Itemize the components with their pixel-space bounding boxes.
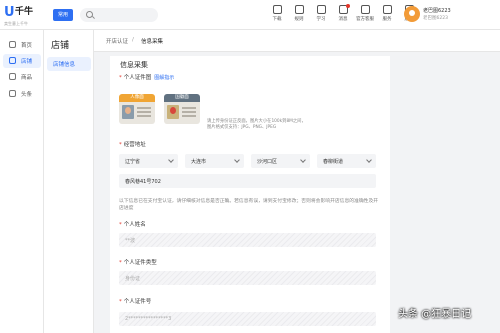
name-placeholder: **波 — [125, 238, 136, 244]
product-icon — [9, 73, 16, 80]
watermark: 头条 @狂暴日记 — [398, 309, 472, 320]
store-subnav: 店铺 店铺信息 — [44, 30, 94, 333]
card-caption: 人像面 — [119, 94, 155, 102]
nav-learning[interactable]: 学习 — [312, 4, 330, 26]
id-number-placeholder: 2****************3 — [125, 316, 172, 322]
nav-label: 下载 — [272, 17, 282, 22]
id-number-field[interactable]: 2****************3 — [119, 312, 376, 326]
breadcrumb-separator: / — [132, 37, 134, 43]
common-button[interactable]: 常用 — [53, 9, 73, 21]
chevron-down-icon — [234, 157, 240, 163]
search-icon — [86, 11, 93, 18]
id-card-back-upload[interactable]: 国徽面 — [164, 94, 200, 124]
sidebar-item-product[interactable]: 商品 — [3, 70, 41, 84]
top-bar: U 千牛 卖生意上千牛 常用 下载 规则 学习 消息 官方客服 服务 老巴图62… — [0, 0, 500, 30]
name-label: * 个人姓名 — [119, 222, 146, 228]
chevron-down-icon — [366, 157, 372, 163]
breadcrumb-link[interactable]: 开店认证 — [106, 37, 128, 45]
sidebar-item-label: 头条 — [21, 92, 33, 98]
search-box[interactable] — [80, 8, 158, 22]
sidebar: 首页 店铺 商品 头条 — [0, 30, 44, 333]
sidebar-item-label: 商品 — [21, 75, 33, 81]
street-value: 春柳街道 — [323, 159, 344, 165]
unread-dot — [346, 4, 350, 8]
address-detail-input[interactable]: 春风巷41号702 — [119, 174, 376, 188]
nav-service[interactable]: 服务 — [378, 4, 396, 26]
id-type-field[interactable]: 身份证 — [119, 271, 376, 285]
verification-note: 以下信息已在支付宝认证，请仔细核对信息是否正确。若信息有误，请到支付宝修改；否则… — [119, 199, 379, 211]
rules-icon — [294, 5, 304, 14]
user-menu[interactable]: 老巴图6223 老巴图6223 — [404, 6, 470, 24]
nav-customer-service[interactable]: 官方客服 — [356, 4, 374, 26]
section-title: 信息采集 — [120, 61, 148, 69]
sidebar-item-label: 店铺 — [21, 59, 33, 65]
chevron-down-icon — [300, 157, 306, 163]
address-detail-value: 春风巷41号702 — [125, 179, 161, 185]
province-value: 辽宁省 — [125, 159, 141, 165]
nav-rules[interactable]: 规则 — [290, 4, 308, 26]
logo-name: 千牛 — [15, 7, 34, 17]
logo-slogan: 卖生意上千牛 — [4, 21, 28, 26]
nav-download[interactable]: 下载 — [268, 4, 286, 26]
upload-note: 请上传身份证正反面，图片大小在100k到8M之间，图片格式仅支持：JPG、PNG… — [207, 119, 306, 130]
nav-label: 学习 — [316, 17, 326, 22]
sidebar-item-home[interactable]: 首页 — [3, 38, 41, 52]
id-number-label: * 个人证件号 — [119, 299, 152, 305]
customer-service-icon — [360, 5, 370, 14]
city-value: 大连市 — [191, 159, 207, 165]
brand-logo[interactable]: U 千牛 卖生意上千牛 — [4, 4, 48, 28]
sidebar-item-store[interactable]: 店铺 — [3, 54, 41, 68]
name-field[interactable]: **波 — [119, 233, 376, 247]
subnav-item-label: 店铺信息 — [53, 62, 76, 68]
chevron-down-icon — [168, 157, 174, 163]
headline-icon — [9, 90, 16, 97]
logo-mark: U — [4, 5, 15, 20]
subnav-title: 店铺 — [51, 41, 70, 51]
service-icon — [382, 5, 392, 14]
user-subname: 老巴图6223 — [423, 16, 448, 21]
breadcrumb-current: 信息采集 — [141, 39, 164, 45]
district-select[interactable]: 沙河口区 — [251, 154, 310, 168]
nav-label: 服务 — [382, 17, 392, 22]
store-icon — [9, 57, 16, 64]
district-value: 沙河口区 — [257, 159, 278, 165]
id-card-front-upload[interactable]: 人像面 — [119, 94, 155, 124]
header-nav: 下载 规则 学习 消息 官方客服 服务 店铺 — [268, 4, 422, 26]
nav-label: 规则 — [294, 17, 304, 22]
avatar — [404, 6, 420, 22]
id-type-placeholder: 身份证 — [125, 276, 141, 282]
breadcrumb: 开店认证 / 信息采集 — [94, 30, 500, 52]
city-select[interactable]: 大连市 — [185, 154, 244, 168]
illustration-hint-link[interactable]: 图解指示 — [154, 75, 174, 81]
learning-icon — [316, 5, 326, 14]
nav-message[interactable]: 消息 — [334, 4, 352, 26]
home-icon — [9, 41, 16, 48]
sidebar-item-headline[interactable]: 头条 — [3, 87, 41, 101]
id-photo-label: * 个人证件图 图解指示 — [119, 75, 175, 81]
subnav-item-store-info[interactable]: 店铺信息 — [47, 57, 91, 71]
user-name: 老巴图6223 — [423, 8, 451, 14]
province-select[interactable]: 辽宁省 — [119, 154, 178, 168]
nav-label: 官方客服 — [356, 17, 374, 22]
card-caption: 国徽面 — [164, 94, 200, 102]
id-type-label: * 个人证件类型 — [119, 260, 157, 266]
nav-label: 消息 — [338, 17, 348, 22]
download-icon — [272, 5, 282, 14]
address-label: * 经营地址 — [119, 142, 146, 148]
street-select[interactable]: 春柳街道 — [317, 154, 376, 168]
sidebar-item-label: 首页 — [21, 43, 33, 49]
